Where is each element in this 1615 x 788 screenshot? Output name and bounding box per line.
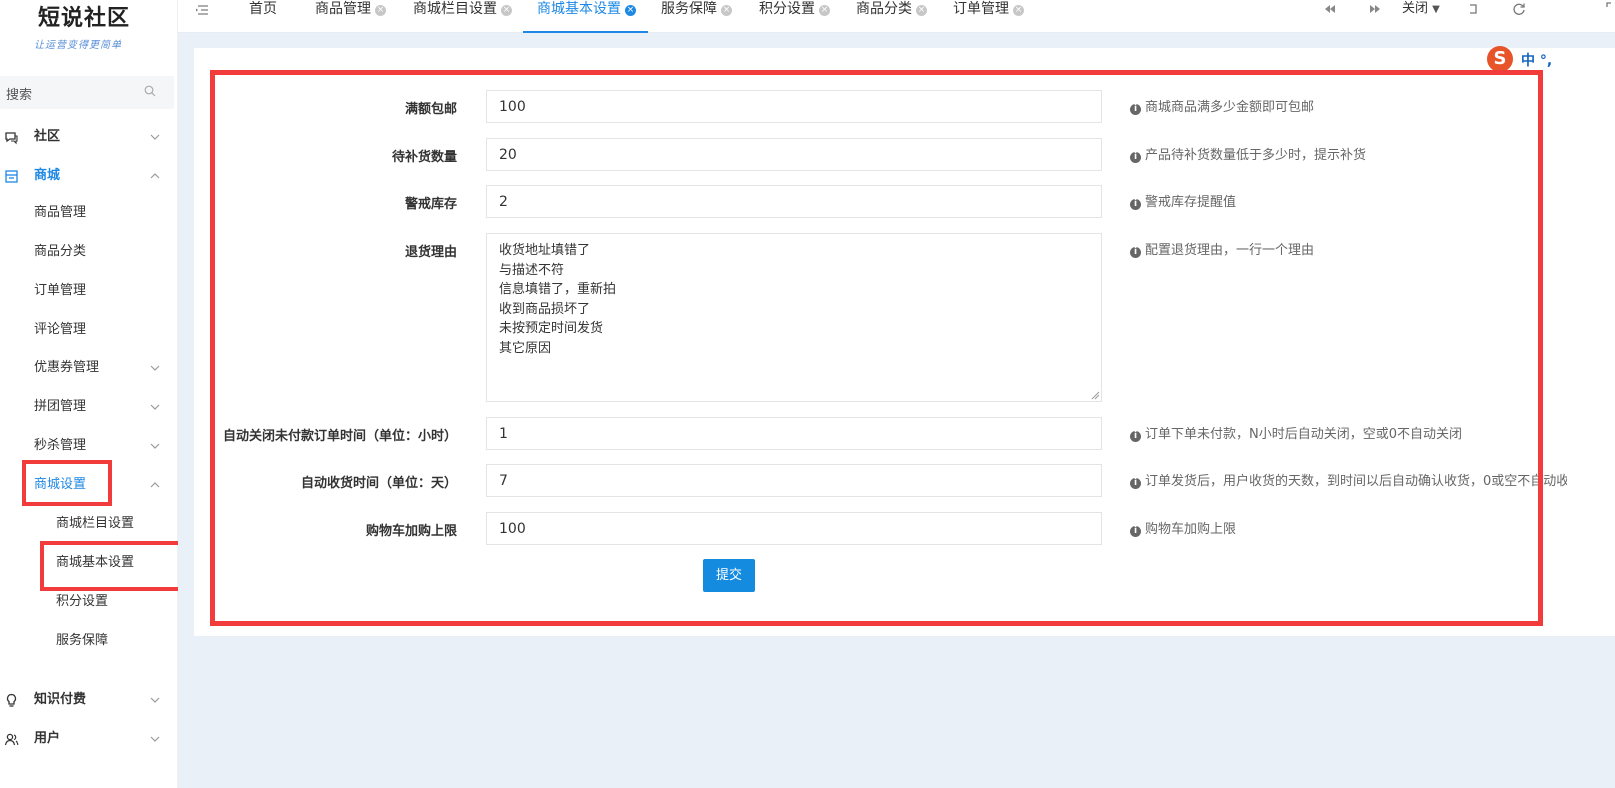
sidebar-item-mall-column-settings[interactable]: 商城栏目设置 <box>0 509 178 539</box>
sidebar-item-label: 评论管理 <box>34 322 87 337</box>
tab-mall-basic-settings[interactable]: 商城基本设置 × <box>523 0 648 33</box>
menu-fold-icon[interactable] <box>195 3 209 17</box>
sidebar-item-product-category[interactable]: 商品分类 <box>0 237 178 267</box>
tab-product-management[interactable]: 商品管理 × <box>315 0 386 33</box>
chat-icon <box>5 132 18 145</box>
sidebar-item-label: 商城 <box>34 168 61 183</box>
sidebar-item-review-management[interactable]: 评论管理 <box>0 315 178 345</box>
tab-label: 积分设置 <box>759 1 815 17</box>
tab-service-guarantee[interactable]: 服务保障 × <box>661 0 732 33</box>
highlight-mall-settings <box>22 460 112 506</box>
tab-product-category[interactable]: 商品分类 × <box>856 0 927 33</box>
chevron-down-icon <box>150 736 160 742</box>
store-icon <box>5 170 18 183</box>
ime-label: 中 °, <box>1521 53 1553 69</box>
scroll-right-icon[interactable] <box>1368 2 1382 16</box>
sidebar-item-label: 积分设置 <box>56 594 109 609</box>
close-icon[interactable]: × <box>501 5 512 16</box>
tab-label: 商品管理 <box>315 1 371 17</box>
sidebar-item-label: 订单管理 <box>34 283 87 298</box>
sidebar-item-users[interactable]: 用户 <box>0 724 178 754</box>
tab-points-settings[interactable]: 积分设置 × <box>759 0 830 33</box>
chevron-down-icon <box>150 697 160 703</box>
tab-label: 订单管理 <box>953 1 1009 17</box>
highlight-mall-basic-settings <box>40 541 185 591</box>
close-icon[interactable]: × <box>721 5 732 16</box>
tab-label: 商品分类 <box>856 1 912 17</box>
sidebar-item-order-management[interactable]: 订单管理 <box>0 276 178 306</box>
search-icon <box>144 85 156 97</box>
sidebar-search-input[interactable]: 搜索 <box>0 76 174 109</box>
sidebar-item-product-management[interactable]: 商品管理 <box>0 198 178 228</box>
tab-label: 首页 <box>249 1 277 17</box>
tab-label: 服务保障 <box>661 1 717 17</box>
chevron-down-icon <box>150 365 160 371</box>
sidebar-item-label: 知识付费 <box>34 692 87 707</box>
tab-mall-column-settings[interactable]: 商城栏目设置 × <box>413 0 512 33</box>
tab-label: 商城基本设置 <box>537 1 621 17</box>
tab-order-management[interactable]: 订单管理 × <box>953 0 1024 33</box>
sidebar-item-label: 拼团管理 <box>34 399 87 414</box>
users-icon <box>4 733 19 746</box>
chevron-up-icon <box>150 173 160 179</box>
chevron-up-icon <box>150 482 160 488</box>
logo: 短说社区 让运营变得更简单 <box>0 0 177 58</box>
highlight-form <box>210 70 1543 626</box>
refresh-icon[interactable] <box>1512 2 1526 16</box>
chevron-down-icon <box>150 443 160 449</box>
brand-subtitle: 让运营变得更简单 <box>34 40 122 51</box>
search-placeholder: 搜索 <box>6 88 33 103</box>
sidebar-item-service-guarantee[interactable]: 服务保障 <box>0 626 178 656</box>
close-icon[interactable]: × <box>625 5 636 16</box>
tab-bar: 首页 商品管理 × 商城栏目设置 × 商城基本设置 × 服务保障 × 积分设置 × 商品分… <box>178 0 1615 33</box>
caret-down-icon: ▼ <box>1432 4 1440 15</box>
lightbulb-icon <box>6 693 17 707</box>
sidebar-item-group-buy-management[interactable]: 拼团管理 <box>0 392 178 422</box>
fullscreen-icon[interactable] <box>1606 2 1615 16</box>
sidebar-item-coupon-management[interactable]: 优惠券管理 <box>0 353 178 383</box>
sidebar-item-flash-sale-management[interactable]: 秒杀管理 <box>0 431 178 461</box>
ime-toolbar: S 中 °, <box>1485 46 1615 72</box>
sidebar-item-label: 服务保障 <box>56 633 109 648</box>
sidebar-item-community[interactable]: 社区 <box>0 122 178 152</box>
sidebar-item-label: 优惠券管理 <box>34 360 100 375</box>
close-menu-button[interactable]: 关闭 ▼ <box>1402 0 1440 19</box>
close-icon[interactable]: × <box>1013 5 1024 16</box>
sidebar-item-label: 社区 <box>34 129 61 144</box>
sidebar-item-label: 用户 <box>34 731 61 746</box>
sidebar-item-paid-knowledge[interactable]: 知识付费 <box>0 685 178 715</box>
sogou-logo: S <box>1487 46 1513 72</box>
sidebar-item-mall[interactable]: 商城 <box>0 161 178 191</box>
sidebar-item-label: 商城栏目设置 <box>56 516 135 531</box>
sidebar-item-label: 秒杀管理 <box>34 438 87 453</box>
close-icon[interactable]: × <box>819 5 830 16</box>
sidebar-item-points-settings[interactable]: 积分设置 <box>0 587 178 617</box>
scroll-left-icon[interactable] <box>1323 2 1337 16</box>
sidebar-item-label: 商品管理 <box>34 205 87 220</box>
close-menu-label: 关闭 <box>1402 1 1429 16</box>
tab-home[interactable]: 首页 <box>249 0 277 33</box>
chevron-down-icon <box>150 134 160 140</box>
chevron-down-icon <box>150 404 160 410</box>
sidebar-item-label: 商品分类 <box>34 244 87 259</box>
sidebar: 短说社区 让运营变得更简单 搜索 社区 商城 商品管理 商品分类 订单管理 评论… <box>0 0 185 788</box>
tab-label: 商城栏目设置 <box>413 1 497 17</box>
brand-title: 短说社区 <box>38 5 131 31</box>
close-icon[interactable]: × <box>375 5 386 16</box>
close-icon[interactable]: × <box>916 5 927 16</box>
return-icon[interactable] <box>1466 2 1480 16</box>
